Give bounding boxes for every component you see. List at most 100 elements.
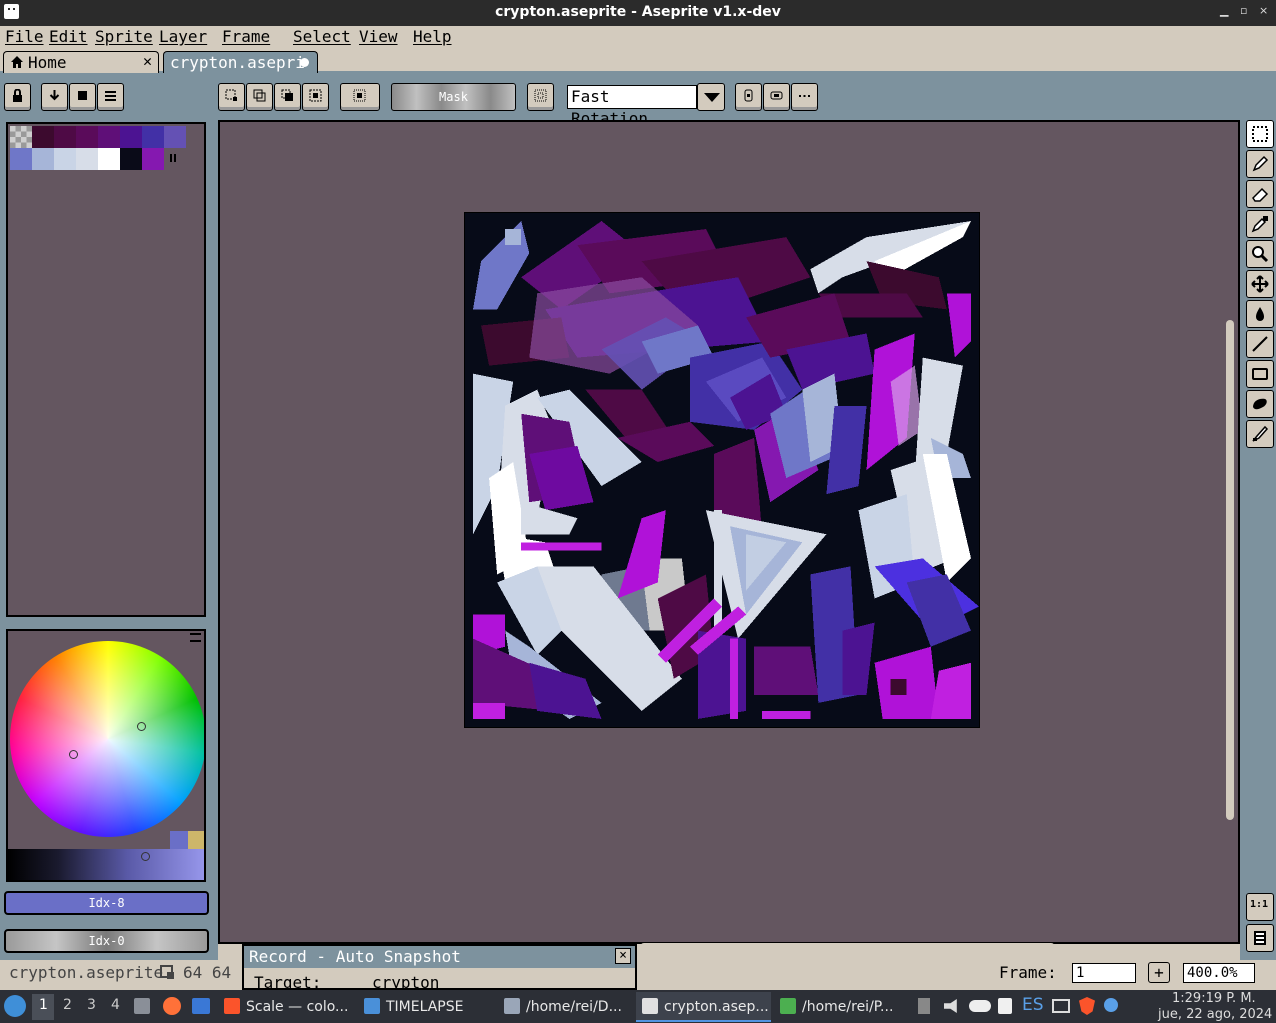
- palette-swatch-8[interactable]: [10, 148, 32, 170]
- selection-subtract-button[interactable]: [274, 83, 301, 111]
- task-image-viewer[interactable]: /home/rei/P...: [780, 996, 910, 1018]
- aseprite-icon: [642, 998, 658, 1014]
- wheel-color-swatch: [170, 831, 190, 849]
- tool-eyedropper[interactable]: [1246, 210, 1274, 238]
- rotation-algorithm-select[interactable]: Fast Rotation: [567, 85, 697, 128]
- keyboard-layout-indicator[interactable]: ES: [1022, 995, 1044, 1015]
- menu-file[interactable]: File: [5, 27, 44, 46]
- tool-marquee[interactable]: [1246, 120, 1274, 148]
- palette-swatch-7[interactable]: [164, 126, 186, 148]
- close-window-button[interactable]: ×: [1259, 4, 1268, 17]
- tab-crypton[interactable]: crypton.asepri: [163, 51, 318, 73]
- minimize-button[interactable]: ▁: [1220, 4, 1228, 17]
- background-color-button[interactable]: Idx-0: [4, 929, 209, 953]
- transparent-color-button[interactable]: [340, 83, 380, 111]
- task-editor[interactable]: /home/rei/D...: [504, 996, 634, 1018]
- tool-rectangle[interactable]: [1246, 360, 1274, 388]
- palette-swatch-3[interactable]: [76, 126, 98, 148]
- new-frame-button[interactable]: +: [1148, 962, 1170, 983]
- window-app-icon[interactable]: [192, 998, 210, 1014]
- palette-swatch-5[interactable]: [120, 126, 142, 148]
- zoom-actual-size-button[interactable]: 1:1: [1246, 893, 1274, 921]
- line-icon: [1252, 336, 1268, 352]
- maximize-button[interactable]: ▫: [1240, 4, 1247, 17]
- menu-layer[interactable]: Layer: [159, 27, 207, 46]
- clock-time[interactable]: 1:29:19 P. M.: [1172, 991, 1256, 1006]
- pixel-grid-button[interactable]: [527, 83, 554, 111]
- notes-tray-icon[interactable]: [998, 998, 1012, 1014]
- palette-swatch-9[interactable]: [32, 148, 54, 170]
- foreground-color-button[interactable]: Idx-8: [4, 891, 209, 915]
- close-icon[interactable]: ×: [615, 948, 631, 964]
- palette-swatch-13[interactable]: [120, 148, 142, 170]
- tool-contour[interactable]: [1246, 390, 1274, 418]
- wheel-options-icon[interactable]: [190, 633, 201, 642]
- unsaved-dot-icon[interactable]: [300, 58, 309, 67]
- firefox-icon[interactable]: [163, 997, 181, 1015]
- drag-and-drop-button[interactable]: [763, 83, 790, 111]
- palette-swatch-10[interactable]: [54, 148, 76, 170]
- pivot-center-button[interactable]: [69, 83, 96, 111]
- fullscreen-preview-button[interactable]: [1246, 924, 1274, 952]
- palette-swatch-4[interactable]: [98, 126, 120, 148]
- palette-swatch-0[interactable]: [10, 126, 32, 148]
- cloud-sync-icon[interactable]: [969, 1000, 991, 1012]
- frame-label: Frame:: [999, 963, 1057, 982]
- palette-swatch-2[interactable]: [54, 126, 76, 148]
- menu-select[interactable]: Select: [293, 27, 351, 46]
- palette-swatch-6[interactable]: [142, 126, 164, 148]
- workspace-1[interactable]: 1: [39, 997, 48, 1013]
- tool-line[interactable]: [1246, 330, 1274, 358]
- palette-resize-handle[interactable]: [170, 154, 172, 162]
- task-browser-scale[interactable]: Scale — colo...: [224, 996, 354, 1018]
- tool-move[interactable]: [1246, 270, 1274, 298]
- task-timelapse-folder[interactable]: TIMELAPSE: [364, 996, 494, 1018]
- arrow-down-icon: [49, 90, 60, 101]
- more-options-button[interactable]: [791, 83, 818, 111]
- tool-fill[interactable]: [1246, 300, 1274, 328]
- menu-frame[interactable]: Frame: [222, 27, 270, 46]
- selection-replace-button[interactable]: [218, 83, 245, 111]
- tool-pencil[interactable]: [1246, 150, 1274, 178]
- file-manager-icon[interactable]: [134, 998, 150, 1014]
- menu-sprite[interactable]: Sprite: [95, 27, 153, 46]
- vertical-scrollbar[interactable]: [1226, 320, 1234, 820]
- mask-color-button[interactable]: Mask: [391, 83, 516, 111]
- horizontal-scrollbar[interactable]: [640, 943, 1055, 951]
- pivot-options-button[interactable]: [97, 83, 124, 111]
- frame-input[interactable]: 1: [1072, 963, 1136, 983]
- menu-edit[interactable]: Edit: [49, 27, 88, 46]
- start-menu-icon[interactable]: [4, 995, 26, 1017]
- notification-icon[interactable]: [1104, 998, 1118, 1012]
- close-tab-icon[interactable]: ✕: [143, 52, 152, 70]
- clock-date[interactable]: jue, 22 ago, 2024: [1158, 1007, 1272, 1022]
- workspace-4[interactable]: 4: [111, 997, 120, 1013]
- pivot-button[interactable]: [735, 83, 762, 111]
- workspace-3[interactable]: 3: [87, 997, 96, 1013]
- paint-bucket-icon: [1256, 307, 1264, 321]
- tool-blur[interactable]: [1246, 420, 1274, 448]
- film-icon: [1254, 931, 1266, 945]
- workspace-2[interactable]: 2: [63, 997, 72, 1013]
- palette-swatch-14[interactable]: [142, 148, 164, 170]
- display-tray-icon[interactable]: [1052, 999, 1070, 1013]
- tool-zoom[interactable]: [1246, 240, 1274, 268]
- clipboard-tray-icon[interactable]: [918, 998, 930, 1014]
- color-wheel[interactable]: [10, 641, 204, 837]
- palette-swatch-12[interactable]: [98, 148, 120, 170]
- pivot-down-button[interactable]: [41, 83, 68, 111]
- menu-view[interactable]: View: [359, 27, 398, 46]
- palette-swatch-11[interactable]: [76, 148, 98, 170]
- palette-swatch-1[interactable]: [32, 126, 54, 148]
- lock-alpha-button[interactable]: [4, 83, 31, 111]
- color-shade-strip[interactable]: [8, 849, 204, 880]
- sprite-artwork[interactable]: [464, 212, 980, 728]
- tab-home[interactable]: Home ✕: [3, 51, 159, 73]
- zoom-input[interactable]: 400.0%: [1183, 963, 1255, 983]
- task-aseprite[interactable]: crypton.asep...: [642, 996, 772, 1018]
- tool-eraser[interactable]: [1246, 180, 1274, 208]
- chevron-down-icon[interactable]: [697, 83, 725, 111]
- selection-intersect-button[interactable]: [302, 83, 329, 111]
- menu-help[interactable]: Help: [413, 27, 452, 46]
- selection-add-button[interactable]: [246, 83, 273, 111]
